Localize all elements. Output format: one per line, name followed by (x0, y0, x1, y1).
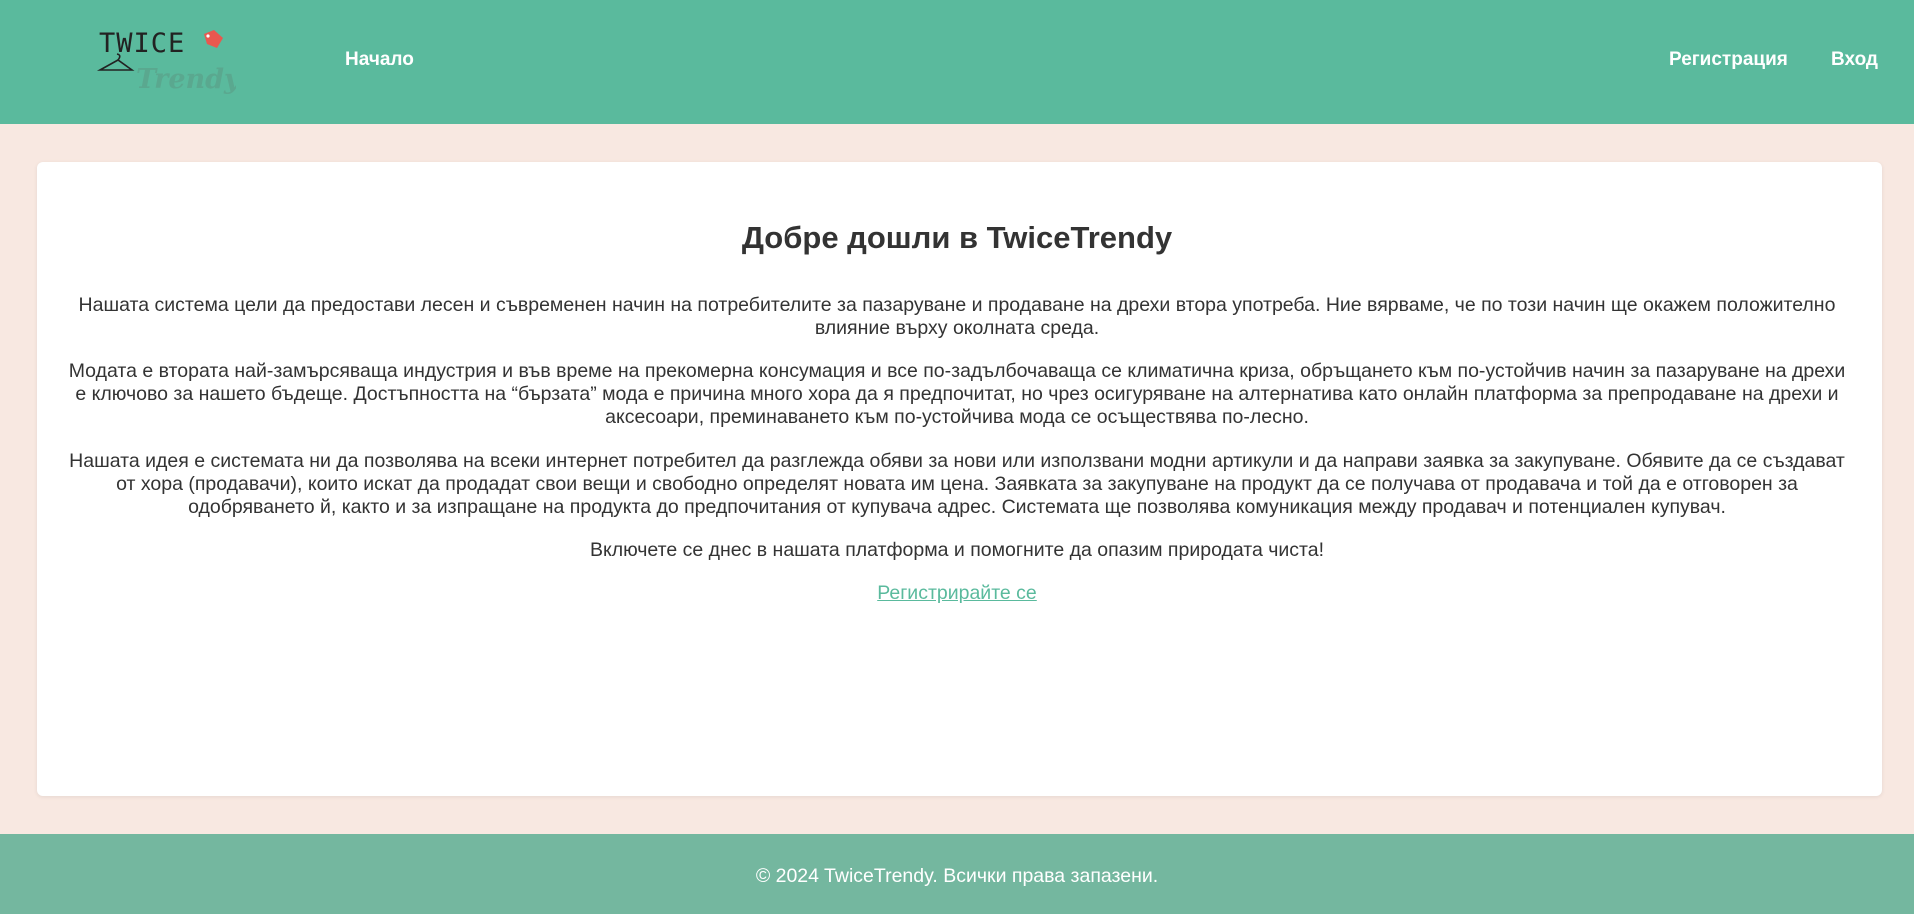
logo-top-text: TWICE (99, 28, 185, 59)
register-cta-container: Регистрирайте се (0, 582, 1914, 605)
call-to-action-paragraph: Включете се днес в нашата платформа и по… (589, 539, 1325, 561)
price-tag-icon (204, 30, 223, 48)
site-header: TWICE Trendy Начало Регистрация Вход (0, 0, 1914, 124)
fashion-industry-paragraph: Модата е втората най-замърсяваща индустр… (68, 360, 1846, 428)
intro-paragraph: Нашата система цели да предостави лесен … (78, 294, 1836, 339)
register-cta-link[interactable]: Регистрирайте се (877, 582, 1037, 604)
nav-login-link[interactable]: Вход (1831, 49, 1878, 71)
logo-bottom-text: Trendy (136, 64, 236, 95)
nav-register-link[interactable]: Регистрация (1669, 49, 1788, 71)
nav-home-link[interactable]: Начало (345, 49, 414, 71)
page-title: Добре дошли в TwiceTrendy (741, 220, 1173, 255)
twicetrendy-logo[interactable]: TWICE Trendy (96, 22, 236, 96)
platform-idea-paragraph: Нашата идея е системата ни да позволява … (69, 450, 1845, 518)
site-footer: © 2024 TwiceTrendy. Всички права запазен… (0, 834, 1914, 914)
copyright-text: © 2024 TwiceTrendy. Всички права запазен… (755, 865, 1159, 887)
